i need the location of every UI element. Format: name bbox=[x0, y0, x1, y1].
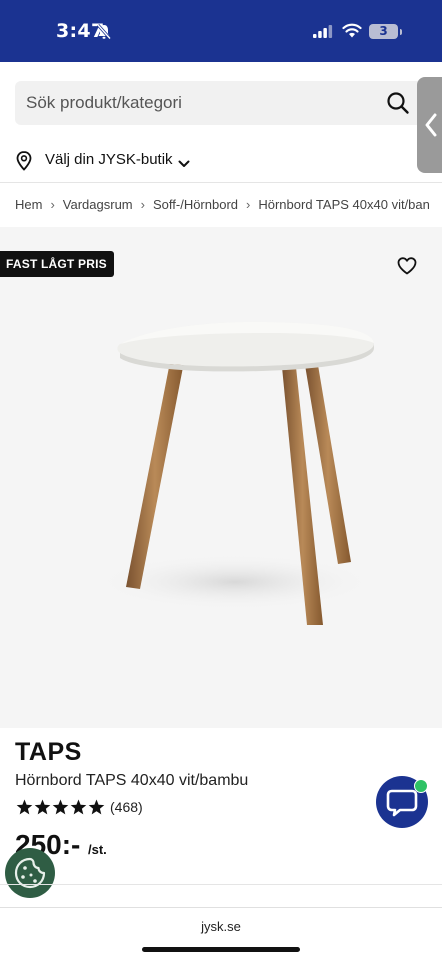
home-indicator[interactable] bbox=[142, 947, 300, 952]
heart-icon[interactable] bbox=[397, 257, 417, 280]
breadcrumb-item-category[interactable]: Soff-/Hörnbord bbox=[153, 197, 238, 212]
location-pin-icon bbox=[16, 151, 32, 176]
product-name: Hörnbord TAPS 40x40 vit/bambu bbox=[15, 772, 249, 789]
online-indicator bbox=[414, 779, 428, 793]
review-count[interactable]: (468) bbox=[110, 799, 143, 815]
status-bar: 3:47 3 bbox=[0, 0, 442, 62]
url-label[interactable]: jysk.se bbox=[0, 919, 442, 934]
breadcrumb-separator-icon: › bbox=[246, 197, 251, 212]
battery-indicator: 3 bbox=[369, 24, 398, 39]
cookie-settings-button[interactable] bbox=[5, 848, 55, 898]
divider bbox=[0, 182, 442, 183]
product-image-gallery[interactable] bbox=[0, 227, 442, 728]
rating-stars[interactable] bbox=[16, 799, 106, 821]
cellular-signal-icon bbox=[313, 25, 333, 43]
breadcrumb-item-home[interactable]: Hem bbox=[15, 197, 42, 212]
product-image bbox=[95, 321, 375, 625]
search-input[interactable]: Sök produkt/kategori bbox=[15, 81, 423, 125]
divider bbox=[0, 884, 442, 885]
breadcrumb-separator-icon: › bbox=[50, 197, 55, 212]
silent-bell-icon bbox=[96, 24, 112, 45]
side-panel-tab[interactable] bbox=[417, 77, 442, 173]
breadcrumb-item-vardagsrum[interactable]: Vardagsrum bbox=[63, 197, 133, 212]
search-icon[interactable] bbox=[386, 91, 410, 120]
cookie-icon bbox=[14, 857, 46, 889]
price-unit: /st. bbox=[88, 842, 107, 857]
breadcrumb-separator-icon: › bbox=[140, 197, 145, 212]
price-badge: FAST LÅGT PRIS bbox=[0, 251, 114, 277]
chevron-left-icon bbox=[424, 113, 438, 142]
chevron-down-icon bbox=[178, 155, 190, 173]
wifi-icon bbox=[342, 23, 362, 43]
product-brand: TAPS bbox=[15, 738, 82, 766]
search-placeholder: Sök produkt/kategori bbox=[26, 93, 182, 112]
store-label: Välj din JYSK-butik bbox=[45, 151, 173, 168]
battery-tip bbox=[400, 29, 402, 35]
breadcrumb-item-current: Hörnbord TAPS 40x40 vit/ban bbox=[258, 197, 430, 212]
browser-bottom-bar: jysk.se bbox=[0, 907, 442, 961]
breadcrumb: Hem › Vardagsrum › Soff-/Hörnbord › Hörnbord T… bbox=[15, 197, 430, 212]
